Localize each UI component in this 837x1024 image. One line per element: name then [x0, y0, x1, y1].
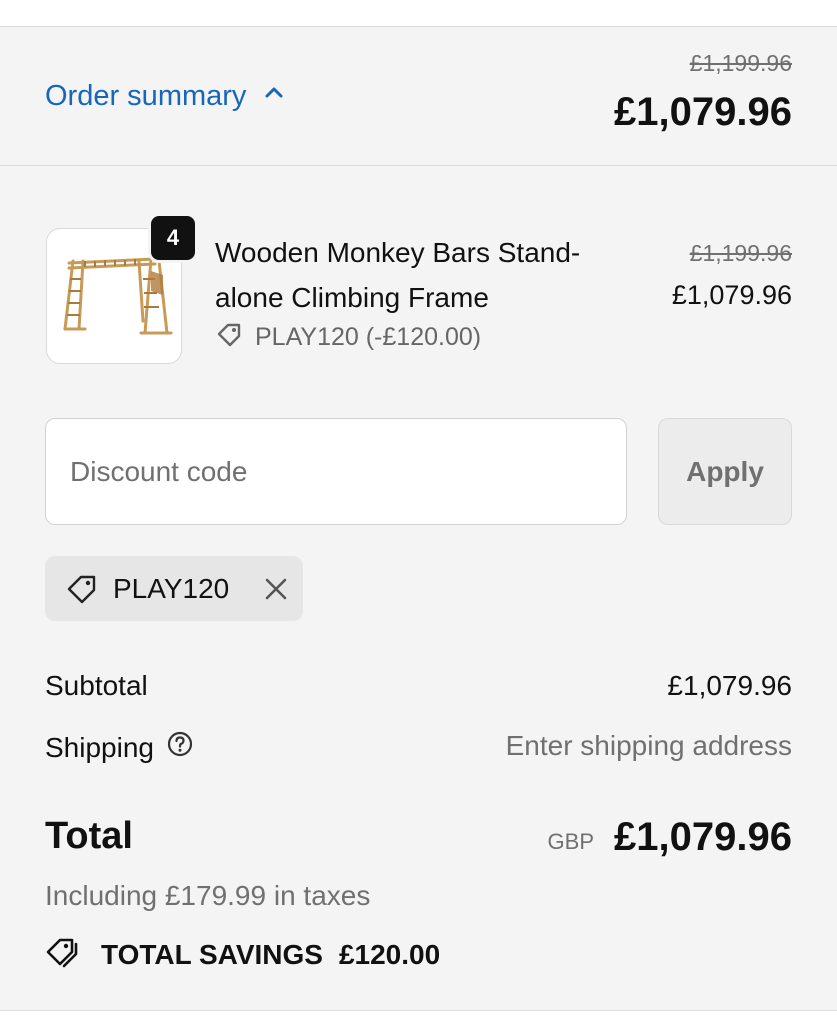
total-savings: TOTAL SAVINGS £120.00 — [45, 934, 440, 975]
quantity-badge: 4 — [151, 216, 195, 260]
product-title: Wooden Monkey Bars Stand-alone Climbing … — [215, 237, 581, 313]
tag-icon — [65, 572, 99, 606]
chevron-up-icon — [262, 80, 286, 113]
discount-code-input[interactable] — [45, 418, 627, 525]
line-item-discount-label: PLAY120 (-£120.00) — [255, 323, 482, 351]
shipping-value: Enter shipping address — [505, 730, 792, 761]
applied-discount-chip: PLAY120 — [45, 556, 303, 621]
total-savings-label: TOTAL SAVINGS — [101, 938, 323, 970]
top-strip — [0, 0, 837, 27]
header-compare-at-price: £1,199.96 — [689, 50, 792, 76]
apply-button[interactable]: Apply — [658, 418, 792, 525]
total-savings-amount: £120.00 — [338, 938, 441, 970]
shipping-label: Shipping — [45, 731, 154, 763]
question-circle-icon[interactable] — [166, 730, 194, 765]
tags-icon — [45, 934, 81, 975]
subtotal-label: Subtotal — [45, 670, 148, 701]
total-amount: £1,079.96 — [614, 815, 792, 859]
total-currency: GBP — [547, 829, 594, 854]
product-image — [63, 257, 173, 335]
order-summary-toggle[interactable]: Order summary — [45, 76, 286, 116]
header-total-price: £1,079.96 — [614, 90, 792, 134]
product-price: £1,079.96 — [671, 280, 792, 310]
applied-discount-code: PLAY120 — [113, 572, 230, 604]
tag-icon — [215, 320, 243, 355]
subtotal-value: £1,079.96 — [667, 670, 792, 701]
line-item-discount: PLAY120 (-£120.00) — [215, 320, 481, 355]
shipping-label-row: Shipping — [45, 730, 194, 765]
taxes-note: Including £179.99 in taxes — [45, 880, 371, 911]
order-summary-toggle-label: Order summary — [45, 79, 247, 112]
product-compare-at-price: £1,199.96 — [689, 240, 792, 266]
close-icon[interactable] — [261, 574, 291, 604]
total-label: Total — [45, 815, 133, 857]
